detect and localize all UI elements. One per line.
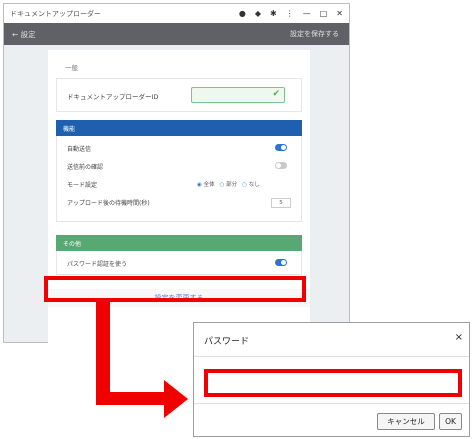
back-button[interactable]: ← 設定 bbox=[12, 29, 36, 40]
cancel-button[interactable]: キャンセル bbox=[377, 413, 435, 430]
panel-other-body: パスワード認証を使う bbox=[56, 251, 302, 275]
dialog-divider-bottom bbox=[194, 403, 469, 404]
dialog-close-icon[interactable]: × bbox=[455, 332, 463, 343]
auto-send-toggle[interactable] bbox=[275, 144, 287, 151]
window-title: ドキュメントアップローダー bbox=[10, 9, 101, 18]
arrow-shaft-horizontal bbox=[96, 392, 166, 405]
header-bar: ← 設定 設定を保存する bbox=[4, 23, 349, 45]
pin-icon[interactable]: ◆ bbox=[255, 9, 261, 18]
auto-send-label: 自動送信 bbox=[67, 146, 92, 153]
mode-radio-all[interactable]: 全体 bbox=[197, 180, 215, 188]
dialog-divider-top bbox=[194, 356, 469, 357]
panel-other-header: その他 bbox=[56, 235, 302, 251]
mode-radio-none[interactable]: なし bbox=[242, 180, 260, 188]
section-general-label: 一般 bbox=[65, 64, 78, 72]
settings-icon[interactable]: ✱ bbox=[270, 9, 277, 18]
arrow-shaft-vertical bbox=[96, 302, 110, 404]
dialog-title: パスワード bbox=[204, 337, 250, 347]
extension-icon[interactable]: ● bbox=[239, 9, 246, 18]
panel-features-header: 機能 bbox=[56, 120, 302, 136]
mode-label: モード設定 bbox=[67, 182, 98, 189]
more-icon[interactable]: ⋮ bbox=[286, 9, 294, 18]
window-controls: ● ◆ ✱ ⋮ — □ ✕ bbox=[239, 4, 343, 23]
arrow-head-icon bbox=[164, 380, 188, 418]
minimize-icon[interactable]: — bbox=[303, 9, 311, 18]
confirm-label: 送信前の確認 bbox=[67, 164, 104, 171]
password-dialog: パスワード × キャンセル OK bbox=[193, 322, 470, 437]
password-auth-toggle[interactable] bbox=[275, 259, 287, 266]
mode-radio-partial[interactable]: 部分 bbox=[220, 180, 237, 188]
panel-features-body: 自動送信 送信前の確認 モード設定 全体 部分 なし アップロード後の待機時間(… bbox=[56, 136, 302, 222]
password-auth-label: パスワード認証を使う bbox=[67, 261, 128, 268]
header-save-link[interactable]: 設定を保存する bbox=[290, 23, 339, 45]
check-icon: ✔ bbox=[272, 89, 280, 99]
wait-time-stepper[interactable]: 5 bbox=[271, 198, 291, 208]
confirm-toggle[interactable] bbox=[275, 162, 287, 169]
wait-time-label: アップロード後の待機時間(秒) bbox=[67, 200, 150, 207]
window-titlebar: ドキュメントアップローダー ● ◆ ✱ ⋮ — □ ✕ bbox=[4, 4, 349, 23]
maximize-icon[interactable]: □ bbox=[320, 9, 328, 18]
ok-button[interactable]: OK bbox=[439, 413, 462, 430]
uploader-id-card: ドキュメントアップローダーID ✔ bbox=[56, 78, 302, 112]
close-icon[interactable]: ✕ bbox=[336, 9, 343, 18]
password-input[interactable] bbox=[204, 369, 462, 397]
highlight-apply-box bbox=[44, 276, 306, 302]
mode-radio-group[interactable]: 全体 部分 なし bbox=[197, 180, 260, 188]
uploader-id-input[interactable]: ✔ bbox=[191, 87, 285, 103]
uploader-id-label: ドキュメントアップローダーID bbox=[67, 93, 159, 101]
